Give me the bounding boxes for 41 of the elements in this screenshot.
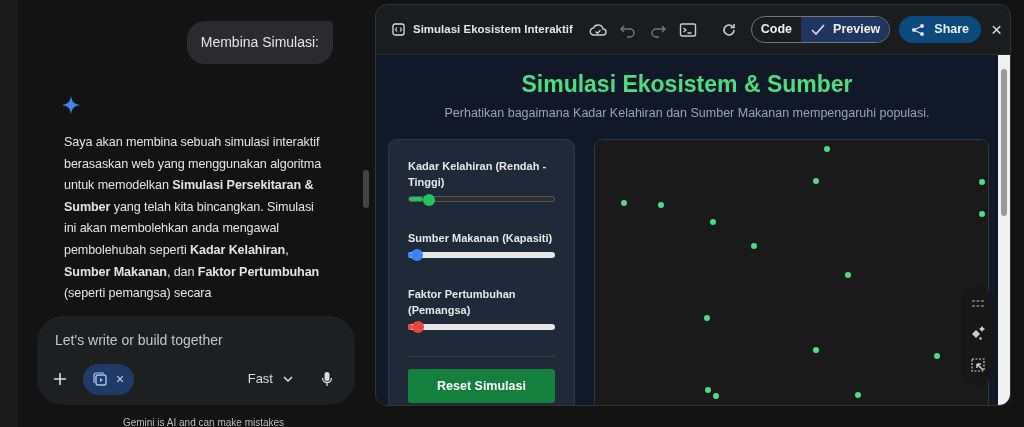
- share-icon: [911, 22, 926, 37]
- reset-button[interactable]: Reset Simulasi: [408, 369, 555, 404]
- select-icon[interactable]: [971, 358, 985, 372]
- reply-paragraph: Saya akan membina sebuah simulasi interaktif berasaskan web yang menggunakan algoritma untuk memodelkan Simulasi Persekitaran & Sumber yang telah kita bincangkan. Simulasi ini akan membolehkan anda mengawal pembolehubah seperti Kadar Kelahiran, Sumber Makanan, dan Faktor Pertumbuhan (seperti pemangsa) secara: [64, 134, 323, 303]
- prompt-box[interactable]: Let's write or build together × Fast: [37, 316, 355, 405]
- cloud-check-icon[interactable]: [588, 21, 607, 38]
- attachment-chip[interactable]: ×: [83, 363, 135, 395]
- user-message: Membina Simulasi:: [186, 21, 333, 64]
- prompt-input[interactable]: Let's write or build together: [53, 330, 339, 351]
- microphone-icon[interactable]: [321, 371, 333, 387]
- close-button[interactable]: ×: [987, 20, 1007, 39]
- code-tab[interactable]: Code: [751, 17, 802, 42]
- simulation-subtitle: Perhatikan bagaimana Kadar Kelahiran dan Sumber Makanan mempengaruhi populasi.: [444, 104, 930, 122]
- slider-label: Kadar Kelahiran (Rendah - Tinggi): [408, 159, 548, 191]
- terminal-icon[interactable]: [678, 21, 697, 38]
- sparkle-icon: [62, 96, 80, 114]
- mode-dropdown[interactable]: Fast: [241, 369, 299, 389]
- document-title: Simulasi Ekosistem Interaktif: [413, 21, 573, 37]
- scrollbar-thumb[interactable]: [363, 170, 369, 208]
- slider-thumb[interactable]: [423, 194, 436, 207]
- slider-label: Faktor Pertumbuhan (Pemangsa): [408, 287, 517, 319]
- sparkle-icon[interactable]: [971, 326, 985, 340]
- grip-icon[interactable]: [972, 300, 984, 308]
- slider-label: Sumber Makanan (Kapasiti): [408, 231, 554, 247]
- slider-track[interactable]: [408, 252, 555, 259]
- chip-close[interactable]: ×: [116, 368, 125, 390]
- chevron-icon: [283, 376, 293, 382]
- slider-track[interactable]: [408, 196, 555, 203]
- slider-track[interactable]: [408, 324, 555, 331]
- plus-icon[interactable]: [53, 372, 67, 386]
- canvas-icon: [93, 372, 107, 386]
- refresh-icon[interactable]: [720, 21, 737, 38]
- scrollbar[interactable]: [998, 55, 1010, 405]
- share-button[interactable]: Share: [899, 16, 982, 43]
- code-icon: [392, 23, 405, 36]
- slider-thumb[interactable]: [412, 321, 425, 334]
- check-icon: [811, 23, 826, 36]
- preview-tab[interactable]: Preview: [801, 17, 890, 42]
- slider-thumb[interactable]: [410, 249, 423, 262]
- simulation-heading: Simulasi Ekosistem & Sumber: [521, 70, 853, 99]
- disclaimer-text: Gemini is AI and can make mistakes: [121, 416, 286, 427]
